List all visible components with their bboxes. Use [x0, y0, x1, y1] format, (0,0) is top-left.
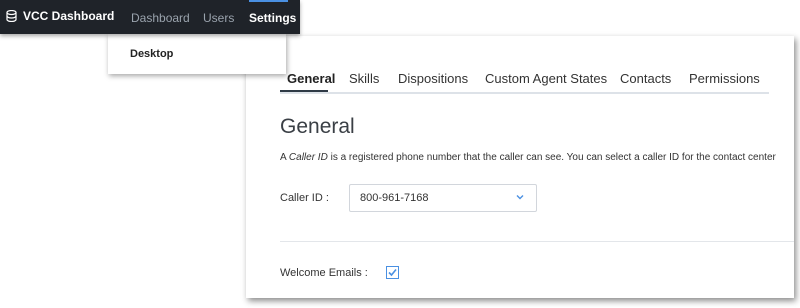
section-divider — [280, 241, 794, 242]
settings-panel: General Skills Dispositions Custom Agent… — [246, 36, 794, 298]
tab-skills[interactable]: Skills — [349, 71, 379, 86]
nav-settings[interactable]: Settings — [249, 11, 296, 25]
brand[interactable]: VCC Dashboard — [6, 9, 114, 23]
subnav-item-desktop[interactable]: Desktop — [130, 48, 173, 60]
brand-title: VCC Dashboard — [23, 9, 115, 23]
caller-id-value: 800-961-7168 — [360, 192, 429, 204]
tab-contacts[interactable]: Contacts — [620, 71, 671, 86]
tab-permissions[interactable]: Permissions — [689, 71, 760, 86]
tab-dispositions[interactable]: Dispositions — [398, 71, 468, 86]
checkmark-icon — [388, 268, 397, 277]
tab-general[interactable]: General — [287, 71, 335, 86]
nav-active-indicator — [249, 0, 288, 2]
nav-users[interactable]: Users — [203, 11, 234, 25]
caller-id-select[interactable]: 800-961-7168 — [349, 184, 537, 212]
welcome-emails-checkbox[interactable] — [386, 266, 399, 279]
caller-id-label: Caller ID : — [280, 192, 329, 204]
tab-custom-agent-states[interactable]: Custom Agent States — [485, 71, 607, 86]
tab-bar: General Skills Dispositions Custom Agent… — [280, 71, 769, 94]
desc-suffix: is a registered phone number that the ca… — [327, 152, 776, 163]
chevron-down-icon — [516, 195, 524, 200]
desc-prefix: A — [280, 152, 289, 163]
welcome-emails-label: Welcome Emails : — [280, 267, 368, 279]
settings-subnav: Desktop — [108, 34, 286, 74]
database-icon — [6, 10, 17, 22]
caller-id-description: A Caller ID is a registered phone number… — [280, 152, 794, 163]
desc-term: Caller ID — [288, 152, 328, 163]
top-nav-bar: VCC Dashboard Dashboard Users Settings — [0, 0, 300, 34]
nav-dashboard[interactable]: Dashboard — [131, 11, 190, 25]
active-tab-underline — [280, 90, 328, 92]
page-title: General — [280, 115, 355, 138]
